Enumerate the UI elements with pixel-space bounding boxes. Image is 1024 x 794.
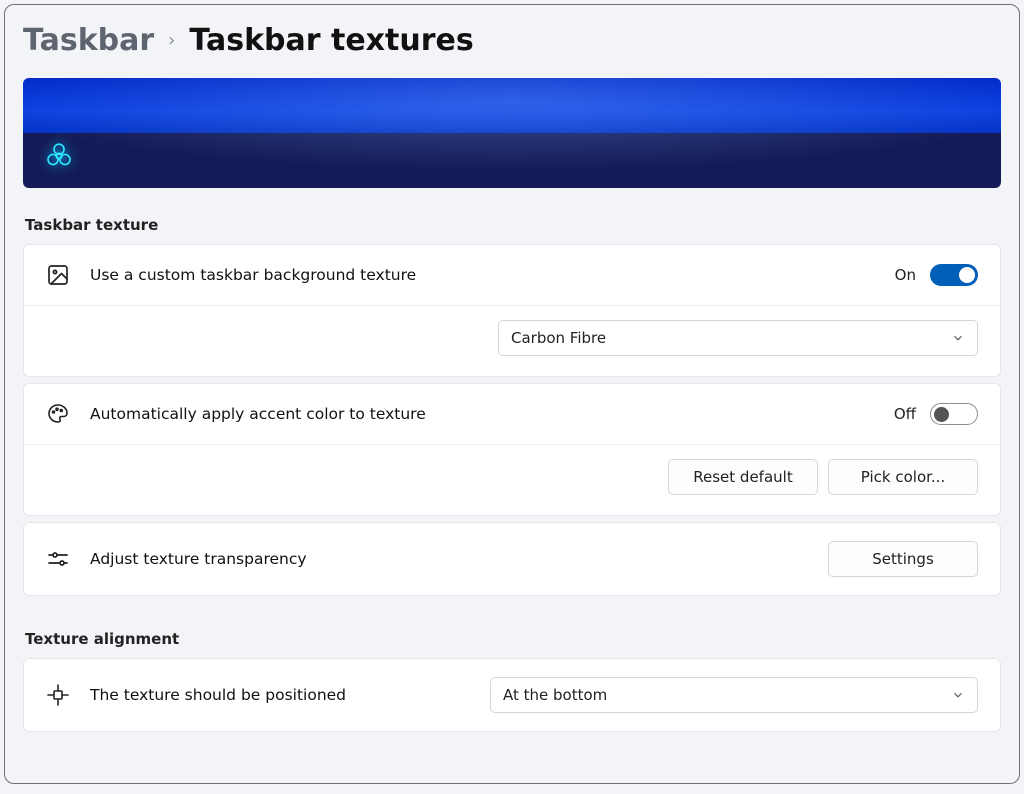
custom-texture-title: Use a custom taskbar background texture (90, 266, 875, 284)
custom-texture-toggle-state: On (895, 266, 916, 284)
accent-toggle[interactable] (930, 403, 978, 425)
alignment-icon (46, 683, 70, 707)
alignment-select[interactable]: At the bottom (490, 677, 978, 713)
settings-page: Taskbar › Taskbar textures Taskbar textu… (4, 4, 1020, 784)
alignment-title: The texture should be positioned (90, 686, 470, 704)
custom-texture-subrow: Carbon Fibre (24, 305, 1000, 376)
transparency-title: Adjust texture transparency (90, 550, 808, 568)
sliders-icon (46, 547, 70, 571)
palette-icon (46, 402, 70, 426)
section-alignment-label: Texture alignment (25, 630, 1001, 648)
accent-color-card: Automatically apply accent color to text… (23, 383, 1001, 516)
breadcrumb-current: Taskbar textures (189, 23, 473, 58)
texture-select-value: Carbon Fibre (511, 329, 606, 347)
accent-toggle-state: Off (894, 405, 916, 423)
taskbar-preview (23, 78, 1001, 188)
chevron-right-icon: › (168, 30, 175, 51)
chevron-down-icon (951, 331, 965, 345)
section-taskbar-texture-label: Taskbar texture (25, 216, 1001, 234)
transparency-row: Adjust texture transparency Settings (24, 523, 1000, 595)
custom-texture-toggle[interactable] (930, 264, 978, 286)
alignment-card: The texture should be positioned At the … (23, 658, 1001, 732)
image-icon (46, 263, 70, 287)
custom-texture-row: Use a custom taskbar background texture … (24, 245, 1000, 305)
accent-color-row: Automatically apply accent color to text… (24, 384, 1000, 444)
alignment-row: The texture should be positioned At the … (24, 659, 1000, 731)
alignment-select-value: At the bottom (503, 686, 607, 704)
accent-color-title: Automatically apply accent color to text… (90, 405, 874, 423)
transparency-settings-button[interactable]: Settings (828, 541, 978, 577)
transparency-card: Adjust texture transparency Settings (23, 522, 1001, 596)
breadcrumb-parent[interactable]: Taskbar (23, 23, 154, 58)
reset-default-button[interactable]: Reset default (668, 459, 818, 495)
biohazard-icon (45, 142, 73, 170)
chevron-down-icon (951, 688, 965, 702)
breadcrumb: Taskbar › Taskbar textures (23, 23, 1001, 58)
pick-color-button[interactable]: Pick color... (828, 459, 978, 495)
accent-color-subrow: Reset default Pick color... (24, 444, 1000, 515)
custom-texture-card: Use a custom taskbar background texture … (23, 244, 1001, 377)
texture-select[interactable]: Carbon Fibre (498, 320, 978, 356)
